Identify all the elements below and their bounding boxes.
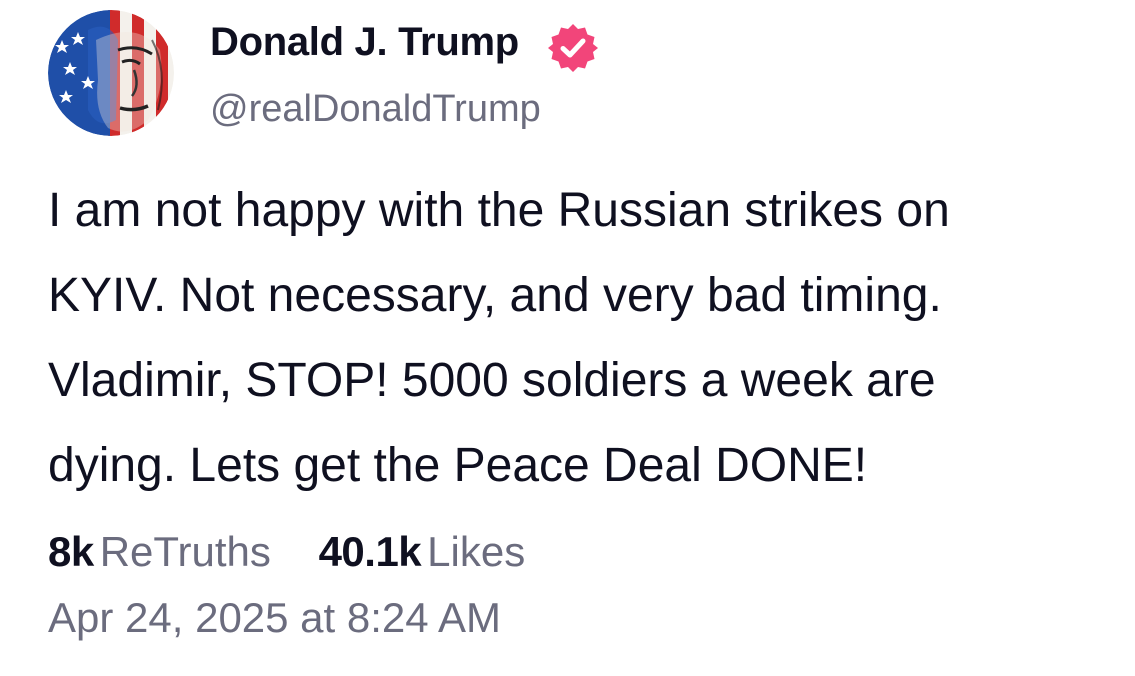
author-display-name[interactable]: Donald J. Trump [210,20,519,65]
post-body: I am not happy with the Russian strikes … [48,184,950,492]
avatar-image [48,10,174,136]
avatar[interactable] [48,10,174,136]
retruths-count: 8k [48,528,94,575]
verified-badge-icon [548,24,598,72]
likes-label: Likes [427,528,526,575]
likes-stat[interactable]: 40.1k Likes [319,528,526,576]
post-timestamp: Apr 24, 2025 at 8:24 AM [48,594,501,641]
likes-count: 40.1k [318,528,422,575]
author-handle[interactable]: @realDonaldTrump [210,88,541,131]
retruths-label: ReTruths [99,528,271,575]
retruths-stat[interactable]: 8k ReTruths [48,528,271,576]
post-stats: 8k ReTruths 40.1k Likes [48,528,525,576]
truth-post: Donald J. Trump @realDonaldTrump I am no… [0,0,1135,676]
